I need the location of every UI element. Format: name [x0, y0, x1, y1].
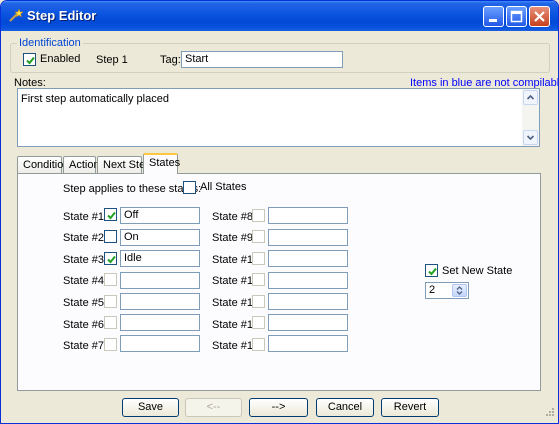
state-8-label: State #8	[212, 211, 253, 223]
minimize-button[interactable]	[483, 6, 504, 27]
tab-next-step[interactable]: Next Step	[97, 156, 151, 174]
tab-states[interactable]: States	[143, 153, 180, 174]
state-5-label: State #5	[63, 297, 104, 309]
step-label: Step 1	[96, 54, 128, 66]
state-2-checkbox[interactable]	[104, 230, 117, 243]
set-new-state-label: Set New State	[442, 265, 513, 277]
state-14-checkbox[interactable]	[252, 338, 265, 351]
state-3-input[interactable]: Idle	[120, 250, 200, 267]
state-4-checkbox[interactable]	[104, 273, 117, 286]
notes-textarea[interactable]: First step automatically placed	[17, 88, 540, 147]
revert-button[interactable]: Revert	[381, 398, 439, 417]
new-state-value[interactable]: 2	[429, 284, 435, 296]
state-2-input[interactable]: On	[120, 229, 200, 246]
state-11-input[interactable]	[268, 272, 348, 289]
state-3-checkbox[interactable]	[104, 252, 117, 265]
state-14-input[interactable]	[268, 335, 348, 352]
title-bar[interactable]: Step Editor	[1, 1, 558, 31]
state-13-input[interactable]	[268, 314, 348, 331]
scroll-down-button[interactable]	[523, 130, 538, 145]
set-new-state-checkbox[interactable]	[425, 264, 438, 277]
enabled-checkbox[interactable]	[23, 53, 36, 66]
cancel-button[interactable]: Cancel	[316, 398, 374, 417]
state-1-input[interactable]: Off	[120, 207, 200, 224]
wand-icon	[7, 8, 24, 24]
state-8-input[interactable]	[268, 207, 348, 224]
tab-action[interactable]: Action	[63, 156, 100, 174]
state-9-input[interactable]	[268, 229, 348, 246]
tag-label: Tag:	[160, 54, 181, 66]
state-9-checkbox[interactable]	[252, 230, 265, 243]
state-1-label: State #1	[63, 211, 104, 223]
state-2-label: State #2	[63, 232, 104, 244]
new-state-spinner[interactable]: 2	[425, 282, 469, 299]
back-button[interactable]: <--	[185, 398, 242, 417]
identification-legend: Identification	[17, 37, 83, 49]
step-editor-window: Step Editor Identification Enabled Step …	[0, 0, 559, 424]
notes-scrollbar[interactable]	[522, 89, 539, 146]
scroll-up-button[interactable]	[523, 90, 538, 105]
enabled-label: Enabled	[40, 53, 81, 65]
state-10-checkbox[interactable]	[252, 252, 265, 265]
state-4-input[interactable]	[120, 272, 200, 289]
state-12-checkbox[interactable]	[252, 295, 265, 308]
resize-grip-icon[interactable]	[544, 406, 555, 420]
tag-input[interactable]: Start	[181, 51, 343, 68]
state-5-checkbox[interactable]	[104, 295, 117, 308]
state-8-checkbox[interactable]	[252, 209, 265, 222]
tab-condition[interactable]: Condition	[17, 156, 69, 174]
applies-label: Step applies to these states:	[63, 183, 202, 195]
state-5-input[interactable]	[120, 293, 200, 310]
state-12-input[interactable]	[268, 293, 348, 310]
state-1-checkbox[interactable]	[104, 208, 117, 221]
window-title: Step Editor	[27, 8, 97, 23]
state-13-checkbox[interactable]	[252, 316, 265, 329]
spinner-arrows-icon[interactable]	[452, 284, 467, 297]
close-button[interactable]	[529, 6, 550, 27]
state-7-input[interactable]	[120, 335, 200, 352]
state-11-checkbox[interactable]	[252, 273, 265, 286]
all-states-checkbox[interactable]	[183, 181, 196, 194]
state-7-label: State #7	[63, 340, 104, 352]
state-3-label: State #3	[63, 254, 104, 266]
all-states-label: All States	[200, 181, 247, 193]
state-6-input[interactable]	[120, 314, 200, 331]
maximize-button[interactable]	[506, 6, 527, 27]
state-9-label: State #9	[212, 232, 253, 244]
next-button[interactable]: -->	[249, 398, 308, 417]
state-6-label: State #6	[63, 319, 104, 331]
state-7-checkbox[interactable]	[104, 338, 117, 351]
save-button[interactable]: Save	[122, 398, 179, 417]
state-6-checkbox[interactable]	[104, 316, 117, 329]
notes-text: First step automatically placed	[21, 93, 169, 105]
state-4-label: State #4	[63, 275, 104, 287]
state-10-input[interactable]	[268, 250, 348, 267]
